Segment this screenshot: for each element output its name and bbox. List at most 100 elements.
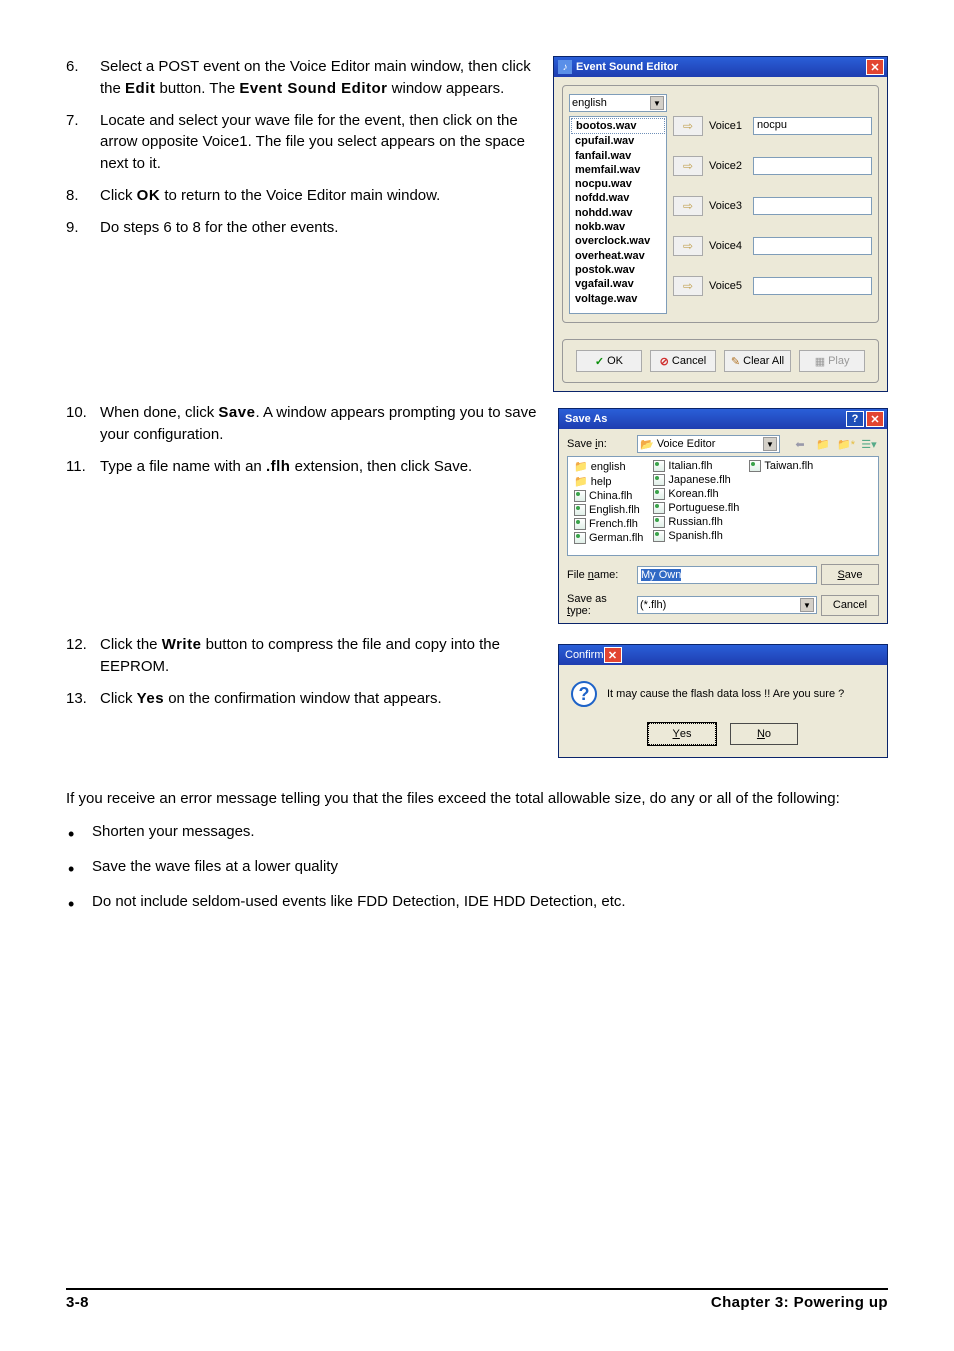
back-icon[interactable]: ⬅ <box>790 435 810 453</box>
list-item[interactable]: nokb.wav <box>571 220 665 234</box>
window-title: Event Sound Editor <box>576 61 866 73</box>
no-button[interactable]: No <box>730 723 798 745</box>
savein-dropdown[interactable]: 📂 Voice Editor ▼ <box>637 435 780 453</box>
saveastype-dropdown[interactable]: (*.flh) ▼ <box>637 596 817 614</box>
file-icon <box>653 474 665 486</box>
window-title: Confirm <box>565 649 604 661</box>
saveastype-label: Save as type: <box>567 593 633 617</box>
step-text: Click OK to return to the Voice Editor m… <box>100 185 537 207</box>
new-folder-icon[interactable]: 📁* <box>836 435 856 453</box>
file-icon <box>574 504 586 516</box>
list-item[interactable]: French.flh <box>574 518 643 530</box>
list-item[interactable]: Taiwan.flh <box>749 460 813 472</box>
step-text: When done, click Save. A window appears … <box>100 402 538 446</box>
list-item[interactable]: China.flh <box>574 490 643 502</box>
voice5-field[interactable] <box>753 277 872 295</box>
list-item[interactable]: overheat.wav <box>571 249 665 263</box>
chevron-down-icon[interactable]: ▼ <box>800 598 814 612</box>
list-item[interactable]: nofdd.wav <box>571 191 665 205</box>
assign-voice2-button[interactable]: ⇨ <box>673 156 703 176</box>
filename-input[interactable]: My Own <box>637 566 817 584</box>
list-item[interactable]: vgafail.wav <box>571 277 665 291</box>
close-icon[interactable]: ✕ <box>866 411 884 427</box>
step-number: 9. <box>66 217 100 239</box>
folder-icon: 📁 <box>574 475 588 488</box>
list-item[interactable]: Korean.flh <box>653 488 739 500</box>
list-item[interactable]: 📁help <box>574 475 643 488</box>
bullet-text: Shorten your messages. <box>92 821 255 848</box>
folder-icon: 📁 <box>574 460 588 473</box>
file-icon <box>574 490 586 502</box>
step-text: Click Yes on the confirmation window tha… <box>100 688 538 710</box>
up-folder-icon[interactable]: 📁 <box>813 435 833 453</box>
chevron-down-icon[interactable]: ▼ <box>650 96 664 110</box>
voice-label: Voice5 <box>709 280 747 292</box>
file-icon <box>653 488 665 500</box>
assign-voice4-button[interactable]: ⇨ <box>673 236 703 256</box>
voice-label: Voice3 <box>709 200 747 212</box>
list-item[interactable]: Japanese.flh <box>653 474 739 486</box>
list-item[interactable]: memfail.wav <box>571 163 665 177</box>
list-item[interactable]: German.flh <box>574 532 643 544</box>
step-number: 7. <box>66 110 100 175</box>
file-icon <box>749 460 761 472</box>
close-icon[interactable]: ✕ <box>866 59 884 75</box>
list-item[interactable]: nocpu.wav <box>571 177 665 191</box>
savein-label: Save in: <box>567 438 633 450</box>
step-number: 8. <box>66 185 100 207</box>
chevron-down-icon[interactable]: ▼ <box>763 437 777 451</box>
assign-voice5-button[interactable]: ⇨ <box>673 276 703 296</box>
close-icon[interactable]: ✕ <box>604 647 622 663</box>
step-text: Do steps 6 to 8 for the other events. <box>100 217 537 239</box>
list-item[interactable]: English.flh <box>574 504 643 516</box>
voice2-field[interactable] <box>753 157 872 175</box>
assign-voice1-button[interactable]: ⇨ <box>673 116 703 136</box>
file-browser[interactable]: 📁english 📁help China.flh English.flh Fre… <box>567 456 879 556</box>
save-button[interactable]: Save <box>821 564 879 585</box>
step-number: 13. <box>66 688 100 710</box>
confirm-dialog: Confirm ✕ ? It may cause the flash data … <box>558 644 888 758</box>
page-number: 3-8 <box>66 1294 89 1311</box>
list-item[interactable]: overclock.wav <box>571 234 665 248</box>
list-item[interactable]: nohdd.wav <box>571 206 665 220</box>
assign-voice3-button[interactable]: ⇨ <box>673 196 703 216</box>
help-icon[interactable]: ? <box>846 411 864 427</box>
yes-button[interactable]: Yes <box>648 723 716 745</box>
list-item[interactable]: 📁english <box>574 460 643 473</box>
step-text: Select a POST event on the Voice Editor … <box>100 56 537 100</box>
list-item[interactable]: Italian.flh <box>653 460 739 472</box>
list-item[interactable]: Portuguese.flh <box>653 502 739 514</box>
file-icon <box>653 502 665 514</box>
step-number: 10. <box>66 402 100 446</box>
list-item[interactable]: bootos.wav <box>571 118 665 134</box>
step-text: Locate and select your wave file for the… <box>100 110 537 175</box>
list-item[interactable]: cpufail.wav <box>571 134 665 148</box>
list-item[interactable]: voltage.wav <box>571 292 665 306</box>
file-icon <box>574 518 586 530</box>
cancel-button[interactable]: Cancel <box>821 595 879 616</box>
step-text: Click the Write button to compress the f… <box>100 634 538 678</box>
event-sound-editor-window: ♪ Event Sound Editor ✕ english ▼ bootos.… <box>553 56 888 392</box>
folder-icon: 📂 <box>640 438 654 451</box>
save-as-dialog: Save As ? ✕ Save in: 📂 Voice Editor ▼ ⬅ <box>558 408 888 624</box>
list-item[interactable]: Russian.flh <box>653 516 739 528</box>
play-button[interactable]: ▦Play <box>799 350 865 372</box>
view-menu-icon[interactable]: ☰▾ <box>859 435 879 453</box>
voice1-field[interactable]: nocpu <box>753 117 872 135</box>
question-icon: ? <box>571 681 597 707</box>
app-icon: ♪ <box>558 60 572 74</box>
language-dropdown[interactable]: english ▼ <box>569 94 667 112</box>
list-item[interactable]: fanfail.wav <box>571 149 665 163</box>
ok-button[interactable]: ✓OK <box>576 350 642 372</box>
voice4-field[interactable] <box>753 237 872 255</box>
clear-all-button[interactable]: ✎Clear All <box>724 350 791 372</box>
voice3-field[interactable] <box>753 197 872 215</box>
wav-file-list[interactable]: bootos.wav cpufail.wav fanfail.wav memfa… <box>569 116 667 314</box>
list-item[interactable]: postok.wav <box>571 263 665 277</box>
list-item[interactable]: Spanish.flh <box>653 530 739 542</box>
window-title: Save As <box>565 413 846 425</box>
cancel-button[interactable]: ⊘Cancel <box>650 350 716 372</box>
chapter-title: Chapter 3: Powering up <box>711 1294 888 1311</box>
voice-label: Voice4 <box>709 240 747 252</box>
bullet-text: Do not include seldom-used events like F… <box>92 891 626 918</box>
